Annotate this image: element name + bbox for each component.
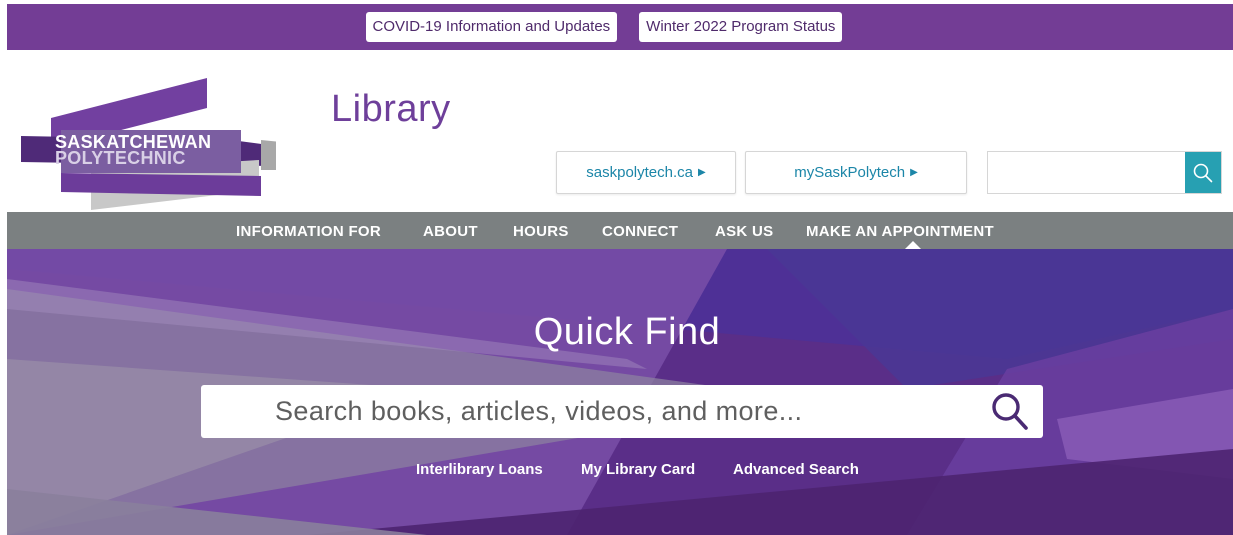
logo-gray-tab xyxy=(261,140,276,170)
site-search-button[interactable] xyxy=(1185,152,1221,193)
mysaskpolytech-link-label: mySaskPolytech xyxy=(794,164,906,181)
logo-line-2: POLYTECHNIC xyxy=(55,148,186,168)
alert-bar: COVID-19 Information and Updates Winter … xyxy=(7,4,1233,50)
quick-find-hero: Quick Find Interlibrary Loans My Library… xyxy=(7,249,1233,535)
nav-ask-us[interactable]: ASK US xyxy=(715,212,773,249)
main-nav: INFORMATION FOR ABOUT HOURS CONNECT ASK … xyxy=(7,212,1233,249)
catalog-search-input[interactable] xyxy=(201,385,977,438)
interlibrary-loans-link[interactable]: Interlibrary Loans xyxy=(416,461,543,478)
saskpolytech-link[interactable]: saskpolytech.ca ▶ xyxy=(556,151,736,194)
quick-find-title: Quick Find xyxy=(533,311,721,353)
catalog-search xyxy=(201,385,1043,438)
logo-wordmark: SASKATCHEWAN POLYTECHNIC xyxy=(55,133,245,168)
triangle-right-icon: ▶ xyxy=(698,167,706,178)
site-search-input[interactable] xyxy=(988,152,1185,193)
advanced-search-link[interactable]: Advanced Search xyxy=(733,461,859,478)
nav-connect[interactable]: CONNECT xyxy=(602,212,678,249)
my-library-card-link[interactable]: My Library Card xyxy=(581,461,695,478)
nav-about[interactable]: ABOUT xyxy=(423,212,478,249)
nav-hours[interactable]: HOURS xyxy=(513,212,569,249)
search-icon xyxy=(992,392,1028,430)
search-icon xyxy=(1193,163,1213,182)
nav-make-appointment[interactable]: MAKE AN APPOINTMENT xyxy=(806,212,994,249)
quick-links: Interlibrary Loans My Library Card Advan… xyxy=(7,461,1233,481)
triangle-right-icon: ▶ xyxy=(910,167,918,178)
library-title: Library xyxy=(331,88,451,130)
saskpolytech-link-label: saskpolytech.ca xyxy=(586,164,694,181)
nav-active-caret-icon xyxy=(905,241,921,249)
mysaskpolytech-link[interactable]: mySaskPolytech ▶ xyxy=(745,151,967,194)
program-status-button[interactable]: Winter 2022 Program Status xyxy=(639,12,843,42)
covid-info-button[interactable]: COVID-19 Information and Updates xyxy=(365,12,618,42)
site-search xyxy=(987,151,1222,194)
logo-bottom-band xyxy=(61,173,261,196)
nav-information-for[interactable]: INFORMATION FOR xyxy=(236,212,381,249)
catalog-search-button[interactable] xyxy=(977,385,1043,438)
